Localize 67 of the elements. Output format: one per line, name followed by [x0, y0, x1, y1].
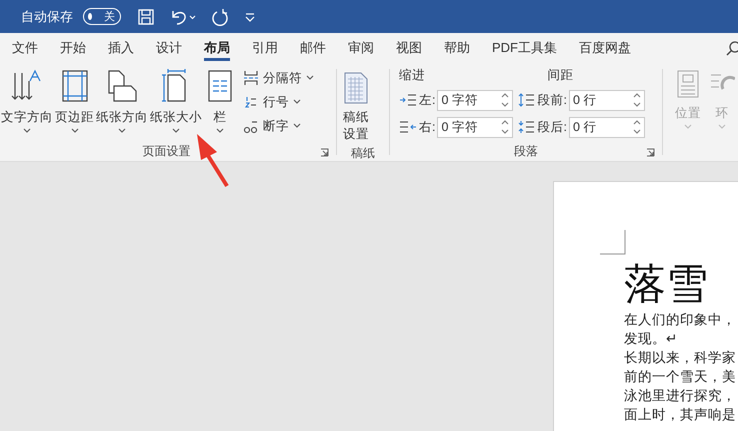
group-label: 段落 — [514, 142, 538, 160]
spin-field[interactable]: 0 行 — [568, 90, 645, 110]
field-label: 段后: — [537, 118, 567, 136]
page-break-icon — [243, 70, 259, 86]
manuscript-button[interactable]: 稿纸设置 — [340, 67, 372, 145]
ribbon-tab[interactable]: 视图 — [385, 33, 433, 63]
autosave-toggle[interactable]: 关 — [83, 8, 121, 25]
ribbon-tab[interactable]: 百度网盘 — [568, 33, 642, 63]
ribbon-tab[interactable]: 布局 — [193, 33, 241, 63]
dialog-launcher-icon[interactable] — [646, 148, 655, 157]
caret-icon — [293, 123, 301, 129]
field-label: 段前: — [537, 92, 567, 108]
ribbon-button[interactable]: 分隔符 — [241, 67, 316, 89]
ribbon-tab[interactable]: 邮件 — [289, 33, 337, 63]
caret-icon — [23, 128, 31, 134]
indent-icon — [399, 94, 417, 106]
ribbon-tab[interactable]: 审阅 — [337, 33, 385, 63]
spacing-heading: 间距 — [546, 67, 574, 84]
caret-icon — [70, 128, 78, 134]
ribbon-button[interactable]: 栏 — [203, 67, 237, 136]
document-title: 落雪 — [624, 262, 709, 308]
ribbon-icon — [675, 69, 701, 99]
indent-icon — [399, 121, 417, 133]
ribbon-button[interactable]: 页边距 — [54, 67, 95, 136]
caret-icon — [293, 99, 301, 105]
spin-field[interactable]: 0 字符 — [437, 90, 514, 110]
caret-icon — [718, 124, 726, 130]
caret-icon — [684, 124, 692, 130]
ribbon-tab[interactable]: PDF工具集 — [481, 33, 568, 63]
ribbon-button[interactable]: 纸张方向 — [95, 67, 149, 136]
search-icon[interactable] — [726, 40, 738, 56]
dialog-launcher-icon[interactable] — [320, 148, 329, 157]
autosave-label: 自动保存 — [21, 8, 73, 26]
caret-icon — [216, 128, 224, 134]
ribbon-tab[interactable]: 帮助 — [433, 33, 481, 63]
caret-icon — [306, 75, 314, 81]
ribbon-button[interactable]: 断字 — [241, 115, 316, 137]
document-text-line: 发现。↵ — [624, 330, 679, 348]
ribbon-button[interactable]: 文字方向 — [0, 67, 54, 136]
ribbon-tab[interactable]: 设计 — [145, 33, 193, 63]
document-text-line: 长期以来，科学家 — [624, 349, 736, 367]
spin-field[interactable]: 0 字符 — [437, 116, 514, 138]
redo-icon[interactable] — [211, 8, 229, 26]
ribbon-button[interactable]: 纸张大小 — [149, 67, 203, 136]
corner-mark-icon — [600, 230, 626, 256]
document-text-line: 面上时，其声响是 — [624, 406, 736, 424]
field-label: 右: — [419, 118, 436, 136]
save-icon[interactable] — [137, 8, 155, 26]
spacing-icon — [517, 120, 536, 134]
line-numbers-icon — [243, 94, 259, 110]
group-label: 页面设置 — [142, 142, 190, 160]
ribbon-icon — [106, 69, 138, 103]
document-text-line: 前的一个雪天，美 — [624, 368, 736, 386]
ribbon-tab[interactable]: 开始 — [49, 33, 97, 63]
field-label: 左: — [419, 92, 436, 108]
caret-icon — [118, 128, 126, 134]
ribbon-tab[interactable]: 文件 — [1, 33, 49, 63]
group-label: 稿纸 — [351, 144, 375, 162]
spacing-icon — [517, 93, 536, 107]
caret-icon — [172, 128, 180, 134]
indent-heading: 缩进 — [399, 67, 426, 84]
document-text-line: 泳池里进行探究， — [624, 387, 736, 405]
ribbon-tab[interactable]: 插入 — [97, 33, 145, 63]
document-text-line: 在人们的印象中， — [624, 311, 736, 329]
ribbon-button[interactable]: 行号 — [241, 91, 316, 113]
ribbon-tab[interactable]: 引用 — [241, 33, 289, 63]
spin-field[interactable]: 0 行 — [568, 116, 645, 138]
